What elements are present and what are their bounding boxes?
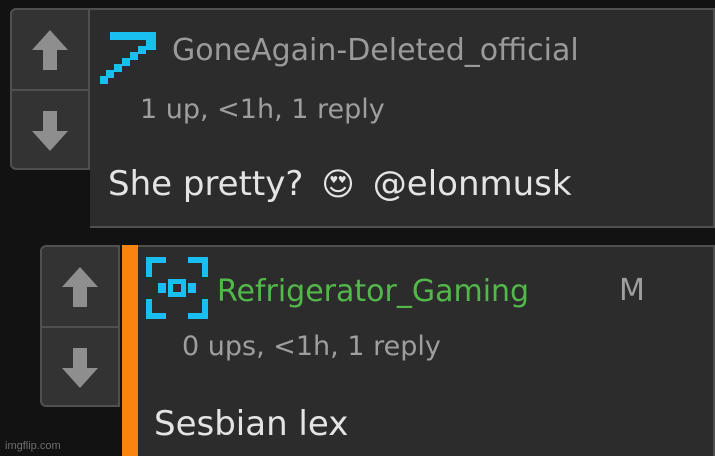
watermark: imgflip.com [5,440,61,452]
comment-username[interactable]: GoneAgain-Deleted_official [172,36,579,66]
comment-body: She pretty? [108,164,304,204]
comment-username[interactable]: Refrigerator_Gaming [217,277,529,307]
comment-box: Refrigerator_Gaming M 0 ups, <1h, 1 repl… [138,245,715,456]
comment-meta: 0 ups, <1h, 1 reply [182,331,441,362]
vote-column [10,8,90,170]
arrow-up-icon [62,266,98,307]
comment-box: GoneAgain-Deleted_official 1 up, <1h, 1 … [90,8,715,228]
heart-eyes-emoji: 😍 [321,165,355,203]
arrow-down-icon [32,110,68,151]
upvote-button[interactable] [42,247,118,326]
comment-body: Sesbian lex [154,404,349,444]
mention-link[interactable]: @elonmusk [373,167,572,201]
arrow-down-icon [62,347,98,388]
vote-column [40,245,120,407]
accent-bar [122,245,138,456]
downvote-button[interactable] [12,89,88,170]
comment-meta: 1 up, <1h, 1 reply [140,94,385,125]
downvote-button[interactable] [42,326,118,407]
arrow-up-icon [32,29,68,70]
frame-icon [146,257,208,319]
pickaxe-icon [100,32,156,84]
mod-badge: M [619,273,645,308]
comment-text: She pretty? 😍 @elonmusk [108,167,572,201]
upvote-button[interactable] [12,10,88,89]
